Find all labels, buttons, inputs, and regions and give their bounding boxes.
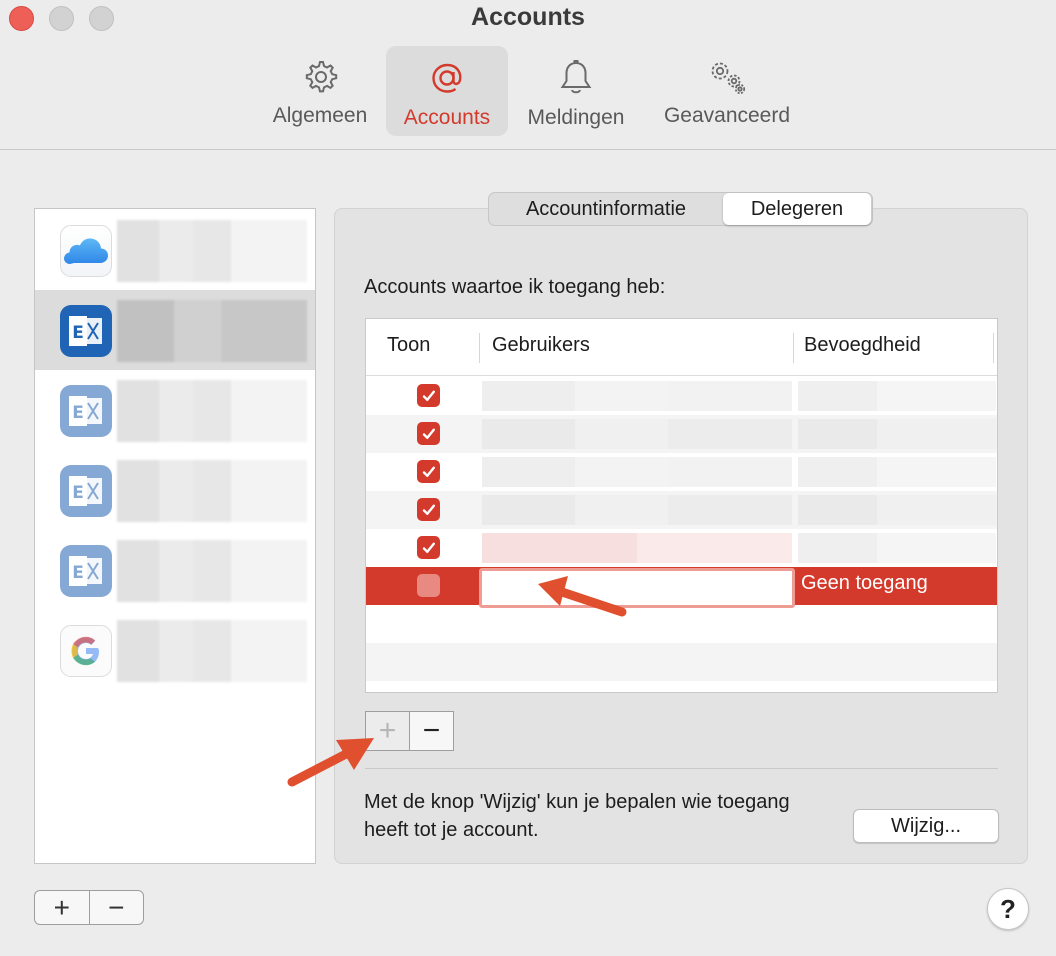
google-icon (60, 625, 112, 677)
show-checkbox[interactable] (417, 384, 440, 407)
user-name-redacted (482, 533, 792, 563)
tab-account-info[interactable]: Accountinformatie (489, 193, 723, 225)
show-checkbox[interactable] (417, 422, 440, 445)
exchange-icon: E (60, 305, 112, 357)
table-row[interactable] (366, 529, 997, 567)
gears-icon (711, 62, 746, 95)
account-name-redacted (117, 300, 307, 362)
svg-text:E: E (72, 403, 84, 423)
show-checkbox[interactable] (417, 498, 440, 521)
column-header-permission[interactable]: Bevoegdheid (804, 334, 921, 357)
account-name-redacted (117, 460, 307, 522)
permission-redacted (798, 457, 996, 487)
table-row[interactable] (366, 415, 997, 453)
table-row-empty (366, 605, 997, 643)
remove-account-button[interactable]: − (88, 891, 144, 924)
window-toolbar: Accounts Algemeen Accounts Meldingen Gea… (0, 0, 1056, 150)
show-checkbox[interactable] (417, 536, 440, 559)
annotation-arrow-icon (538, 576, 627, 617)
account-name-redacted (117, 380, 307, 442)
account-tabs: Accountinformatie Delegeren (488, 192, 873, 226)
show-checkbox[interactable] (417, 460, 440, 483)
column-header-users[interactable]: Gebruikers (492, 334, 590, 357)
add-account-button[interactable]: + (35, 891, 89, 924)
permission-redacted (798, 533, 996, 563)
toolbar-tab-notifications[interactable]: Meldingen (516, 46, 636, 136)
exchange-icon: E (60, 545, 112, 597)
at-sign-icon (432, 63, 462, 93)
exchange-icon: E (60, 385, 112, 437)
permission-value[interactable]: Geen toegang (801, 572, 928, 595)
delegates-heading: Accounts waartoe ik toegang heb: (364, 276, 666, 298)
exchange-icon: E (60, 465, 112, 517)
account-row-exchange-4[interactable]: E (35, 530, 315, 610)
toolbar-tab-advanced[interactable]: Geavanceerd (652, 46, 802, 136)
edit-access-button[interactable]: Wijzig... (853, 809, 999, 843)
account-row-exchange-2[interactable]: E (35, 370, 315, 450)
checkmark-icon (422, 428, 435, 439)
column-header-show[interactable]: Toon (387, 334, 430, 357)
toolbar-tab-label: Geavanceerd (663, 104, 791, 127)
user-name-redacted (482, 419, 792, 449)
permission-redacted (798, 495, 996, 525)
table-row[interactable] (366, 377, 997, 415)
table-row[interactable] (366, 491, 997, 529)
user-name-redacted (482, 495, 792, 525)
user-name-redacted (482, 457, 792, 487)
help-button[interactable]: ? (987, 888, 1029, 930)
table-header: Toon Gebruikers Bevoegdheid (366, 319, 997, 376)
toolbar-tab-general[interactable]: Algemeen (262, 46, 378, 136)
divider (365, 768, 998, 769)
annotation-arrow-icon (287, 738, 374, 787)
gear-icon (305, 61, 338, 93)
delegates-table: Toon Gebruikers Bevoegdheid Geen toegang (365, 318, 998, 693)
svg-text:E: E (72, 323, 84, 343)
svg-text:E: E (72, 483, 84, 503)
checkmark-icon (422, 542, 435, 553)
toolbar-tab-label: Algemeen (272, 104, 368, 127)
account-name-redacted (117, 620, 307, 682)
account-name-redacted (117, 540, 307, 602)
account-name-redacted (117, 220, 307, 282)
checkmark-icon (422, 504, 435, 515)
permission-redacted (798, 419, 996, 449)
bell-icon (560, 60, 592, 94)
permission-redacted (798, 381, 996, 411)
table-row-empty (366, 643, 997, 681)
toolbar-tab-accounts[interactable]: Accounts (386, 46, 508, 136)
checkmark-icon (422, 466, 435, 477)
account-add-remove-group: + − (34, 890, 144, 925)
remove-delegate-button[interactable]: − (409, 712, 453, 750)
table-row[interactable] (366, 453, 997, 491)
user-name-redacted (482, 381, 792, 411)
account-row-exchange-1[interactable]: E (35, 290, 315, 370)
checkmark-icon (422, 390, 435, 401)
user-name-input[interactable] (479, 568, 795, 608)
edit-info-text: Met de knop 'Wijzig' kun je bepalen wie … (364, 791, 790, 841)
account-list: E E E E (34, 208, 316, 864)
tab-delegate[interactable]: Delegeren (723, 193, 871, 225)
toolbar-tab-label: Meldingen (527, 106, 625, 129)
icloud-icon (60, 225, 112, 277)
window-title: Accounts (471, 3, 585, 31)
account-row-icloud[interactable] (35, 210, 315, 290)
show-checkbox[interactable] (417, 574, 440, 597)
toolbar-tab-label: Accounts (403, 106, 491, 129)
account-row-google[interactable] (35, 610, 315, 690)
svg-text:E: E (72, 563, 84, 583)
table-row-selected[interactable]: Geen toegang (366, 567, 997, 608)
account-row-exchange-3[interactable]: E (35, 450, 315, 530)
